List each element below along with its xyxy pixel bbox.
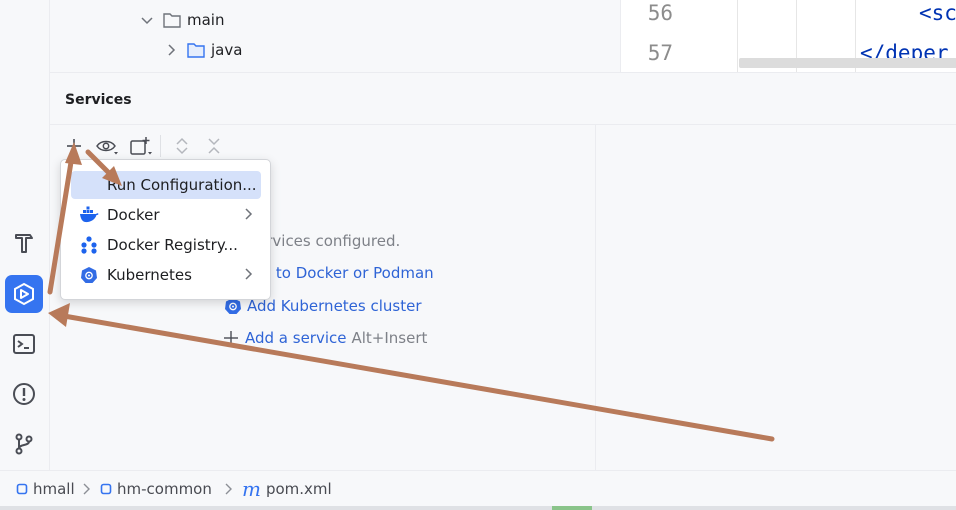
- menu-item-label: Run Configuration...: [107, 176, 257, 194]
- chevron-right-icon[interactable]: [164, 43, 178, 57]
- module-icon: [16, 483, 28, 495]
- panel-title: Services: [65, 92, 132, 108]
- status-indicator: [552, 506, 592, 510]
- link-label[interactable]: Add Kubernetes cluster: [247, 297, 422, 315]
- chevron-down-icon[interactable]: [140, 13, 154, 27]
- folder-icon: [163, 13, 181, 28]
- horizontal-scrollbar[interactable]: [739, 58, 956, 68]
- services-icon[interactable]: [5, 275, 43, 313]
- code-line: <sc: [919, 1, 956, 25]
- menu-item-run-configuration[interactable]: Run Configuration...: [71, 171, 261, 199]
- tree-item-java[interactable]: java: [164, 37, 242, 63]
- menu-item-kubernetes[interactable]: Kubernetes: [71, 261, 261, 289]
- source-folder-icon: [187, 43, 205, 58]
- terminal-icon[interactable]: [5, 325, 43, 363]
- code-editor[interactable]: 56 57 <sc </deper: [620, 0, 956, 72]
- plus-icon: [224, 331, 238, 345]
- new-group-button[interactable]: [128, 133, 154, 159]
- plus-icon: [67, 139, 81, 153]
- tree-item-label: java: [211, 41, 243, 59]
- git-icon[interactable]: [5, 425, 43, 463]
- problems-icon[interactable]: [5, 375, 43, 413]
- line-number: 57: [647, 41, 673, 65]
- menu-item-label: Docker: [107, 206, 160, 224]
- empty-state-text: ervices configured.: [257, 232, 401, 250]
- expand-all-icon: [176, 137, 188, 155]
- add-group-icon: [130, 137, 152, 155]
- menu-item-label: Kubernetes: [107, 266, 192, 284]
- eye-icon: [96, 140, 118, 155]
- kubernetes-icon: [79, 265, 99, 285]
- menu-item-label: Docker Registry...: [107, 236, 238, 254]
- line-number: 56: [647, 1, 673, 25]
- tool-window-strip: [0, 0, 50, 470]
- navigation-bar: hmall hm-common m pom.xml: [0, 470, 956, 510]
- add-service-popup-menu: Run Configuration... Docker Docker Regis…: [60, 159, 271, 300]
- chevron-right-icon: [83, 483, 90, 495]
- breadcrumb-label: hm-common: [117, 480, 212, 498]
- chevron-right-icon: [245, 208, 253, 220]
- chevron-right-icon: [225, 483, 232, 495]
- link-label[interactable]: Add a service: [245, 329, 347, 347]
- breadcrumb-label: pom.xml: [265, 480, 332, 498]
- connect-docker-link[interactable]: ct to Docker or Podman: [257, 264, 434, 282]
- expand-all-button[interactable]: [169, 133, 195, 159]
- docker-icon: [79, 205, 99, 225]
- collapse-all-icon: [208, 138, 220, 154]
- menu-item-docker-registry[interactable]: Docker Registry...: [71, 231, 261, 259]
- add-service-button[interactable]: [61, 133, 87, 159]
- build-hammer-icon[interactable]: [5, 224, 43, 262]
- module-icon: [100, 483, 112, 495]
- breadcrumb-pom-xml[interactable]: m pom.xml: [242, 477, 332, 501]
- breadcrumb-hm-common[interactable]: hm-common: [100, 480, 212, 498]
- project-tree: main java: [50, 0, 620, 72]
- maven-icon: m: [242, 477, 261, 501]
- link-label[interactable]: ct to Docker or Podman: [257, 264, 434, 282]
- breadcrumb-label: hmall: [33, 480, 75, 498]
- view-options-button[interactable]: [94, 133, 120, 159]
- add-service-link[interactable]: Add a service Alt+Insert: [222, 329, 427, 347]
- tree-item-label: main: [187, 11, 225, 29]
- status-strip: [0, 506, 956, 510]
- menu-item-docker[interactable]: Docker: [71, 201, 261, 229]
- tree-item-main[interactable]: main: [140, 7, 224, 33]
- panel-splitter[interactable]: [595, 125, 596, 471]
- shortcut-hint: Alt+Insert: [351, 329, 428, 347]
- docker-registry-icon: [79, 235, 99, 255]
- collapse-all-button[interactable]: [201, 133, 227, 159]
- breadcrumb-hmall[interactable]: hmall: [16, 480, 75, 498]
- chevron-right-icon: [245, 268, 253, 280]
